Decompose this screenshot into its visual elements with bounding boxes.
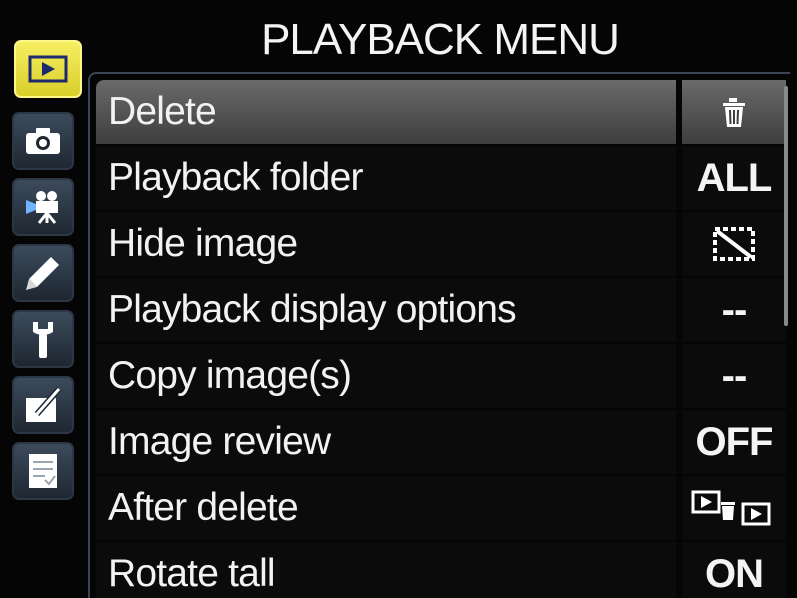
menu-item-label: Delete: [96, 80, 676, 144]
menu-item-label: Playback folder: [96, 146, 676, 210]
menu-item-label: After delete: [96, 476, 676, 540]
menu-item-value: [682, 80, 786, 144]
menu-item-label: Playback display options: [96, 278, 676, 342]
menu-item-playback-display-options[interactable]: Playback display options --: [96, 278, 786, 342]
tab-retouch[interactable]: [12, 376, 74, 434]
hide-image-icon: [713, 227, 755, 261]
menu-tab-column: [10, 36, 82, 536]
tab-recent-settings[interactable]: [12, 442, 74, 500]
menu-item-playback-folder[interactable]: Playback folder ALL: [96, 146, 786, 210]
movie-icon: [26, 191, 58, 224]
menu-item-label: Rotate tall: [96, 542, 676, 598]
menu-item-rotate-tall[interactable]: Rotate tall ON: [96, 542, 786, 598]
menu-item-value: --: [682, 344, 786, 408]
menu-item-label: Image review: [96, 410, 676, 474]
menu-item-value: [682, 212, 786, 276]
tab-custom-settings[interactable]: [12, 244, 74, 302]
retouch-icon: [26, 387, 62, 422]
tab-playback[interactable]: [14, 40, 82, 98]
menu-item-copy-images[interactable]: Copy image(s) --: [96, 344, 786, 408]
menu-title: PLAYBACK MENU: [261, 15, 620, 64]
menu-scrollbar[interactable]: [784, 86, 788, 326]
menu-item-label: Hide image: [96, 212, 676, 276]
pencil-icon: [26, 257, 59, 290]
playback-icon: [28, 55, 68, 83]
tab-shooting[interactable]: [12, 112, 74, 170]
menu-item-value: [682, 476, 786, 540]
menu-item-delete[interactable]: Delete: [96, 80, 786, 144]
menu-item-hide-image[interactable]: Hide image: [96, 212, 786, 276]
menu-item-value: OFF: [682, 410, 786, 474]
menu-item-value: ALL: [682, 146, 786, 210]
tab-movie[interactable]: [12, 178, 74, 236]
after-delete-icon: [691, 490, 771, 526]
camera-menu-screen: PLAYBACK MENU Delete Playback folder ALL…: [0, 0, 797, 598]
trash-icon: [723, 98, 745, 127]
menu-item-label: Copy image(s): [96, 344, 676, 408]
menu-item-value: --: [682, 278, 786, 342]
wrench-icon: [33, 322, 53, 358]
menu-item-image-review[interactable]: Image review OFF: [96, 410, 786, 474]
menu-item-after-delete[interactable]: After delete: [96, 476, 786, 540]
menu-item-value: ON: [682, 542, 786, 598]
recent-settings-icon: [29, 454, 57, 488]
camera-icon: [26, 128, 60, 154]
tab-setup[interactable]: [12, 310, 74, 368]
